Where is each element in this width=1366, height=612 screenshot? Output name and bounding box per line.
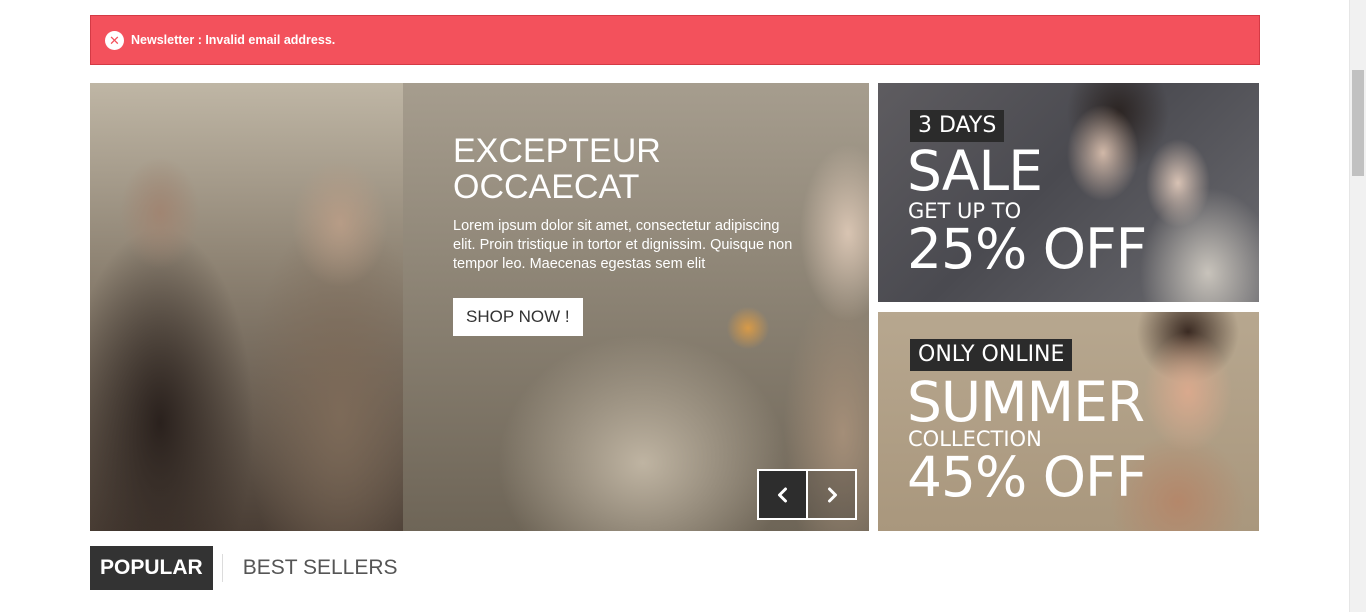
product-tabs: POPULAR BEST SELLERS (90, 546, 408, 590)
chevron-right-icon (827, 487, 837, 502)
chevron-left-icon (777, 487, 787, 502)
slide-title-line1: EXCEPTEUR (453, 132, 661, 170)
banner-tag: ONLY ONLINE (910, 339, 1073, 371)
close-circle-icon[interactable]: ✕ (105, 30, 124, 50)
page-scrollbar[interactable] (1349, 0, 1366, 612)
banner-tag: 3 DAYS (910, 110, 1005, 142)
tab-best-sellers[interactable]: BEST SELLERS (223, 546, 408, 590)
slider-prev-button[interactable] (757, 469, 808, 520)
slider-next-button[interactable] (806, 469, 857, 520)
banner-offer: 25% OFF (907, 217, 1147, 281)
banner-summer[interactable]: ONLY ONLINE SUMMER COLLECTION 45% OFF (878, 312, 1259, 531)
banner-headline: SALE (907, 139, 1043, 203)
page: ✕ Newsletter : Invalid email address. EX… (0, 0, 1366, 612)
slide-title-line2: OCCAECAT (453, 168, 640, 206)
slide-caption: EXCEPTEUR OCCAECAT Lorem ipsum dolor sit… (453, 133, 803, 336)
tab-popular[interactable]: POPULAR (90, 546, 213, 590)
alert-message: Newsletter : Invalid email address. (131, 33, 336, 47)
slide-title: EXCEPTEUR OCCAECAT (453, 133, 803, 205)
banner-headline: SUMMER (907, 370, 1145, 434)
slide-image-couple (90, 83, 403, 531)
banner-offer: 45% OFF (907, 445, 1147, 509)
slide-description: Lorem ipsum dolor sit amet, consectetur … (453, 218, 793, 272)
banner-sale[interactable]: 3 DAYS SALE GET UP TO 25% OFF (878, 83, 1259, 302)
shop-now-button[interactable]: SHOP NOW ! (453, 298, 583, 336)
slider-navigation (757, 469, 857, 520)
newsletter-error-alert: ✕ Newsletter : Invalid email address. (90, 15, 1260, 65)
scrollbar-thumb[interactable] (1352, 70, 1364, 176)
homepage-slider[interactable]: EXCEPTEUR OCCAECAT Lorem ipsum dolor sit… (90, 83, 869, 531)
